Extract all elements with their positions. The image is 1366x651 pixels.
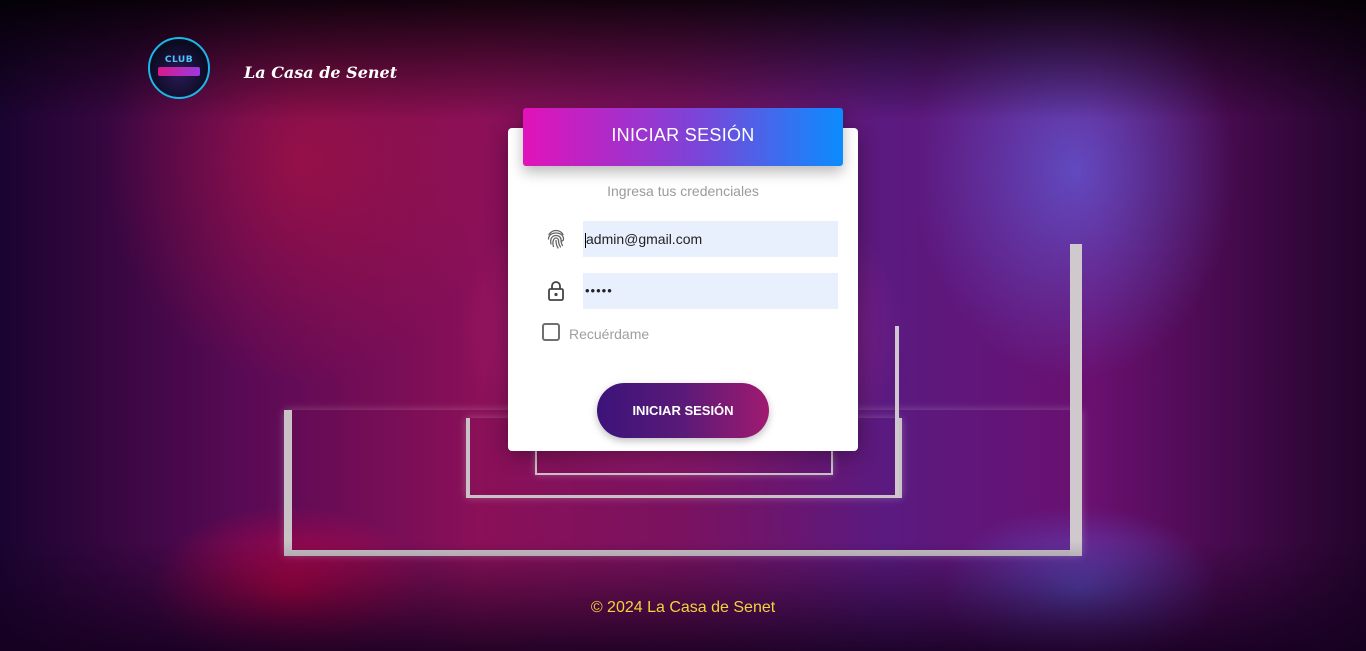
brand-name[interactable]: La Casa de Senet	[244, 63, 397, 82]
login-subtitle: Ingresa tus credenciales	[607, 183, 759, 199]
logo-graphic	[158, 67, 200, 76]
light-post-right	[1070, 244, 1082, 556]
fingerprint-icon	[547, 229, 565, 249]
remember-checkbox[interactable]	[542, 323, 560, 341]
club-logo[interactable]: CLUB	[148, 37, 210, 99]
remember-label[interactable]: Recuérdame	[569, 326, 649, 342]
email-input[interactable]: admin@gmail.com	[583, 221, 838, 257]
light-frame-inner	[535, 450, 833, 475]
login-submit-button[interactable]: INICIAR SESIÓN	[597, 383, 769, 438]
password-input[interactable]: •••••	[583, 273, 838, 309]
logo-text: CLUB	[164, 55, 194, 65]
footer-copyright: © 2024 La Casa de Senet	[590, 599, 776, 616]
light-post-middle	[895, 326, 899, 498]
lock-icon	[548, 281, 564, 301]
login-title: INICIAR SESIÓN	[523, 108, 843, 166]
email-value: admin@gmail.com	[586, 231, 703, 247]
